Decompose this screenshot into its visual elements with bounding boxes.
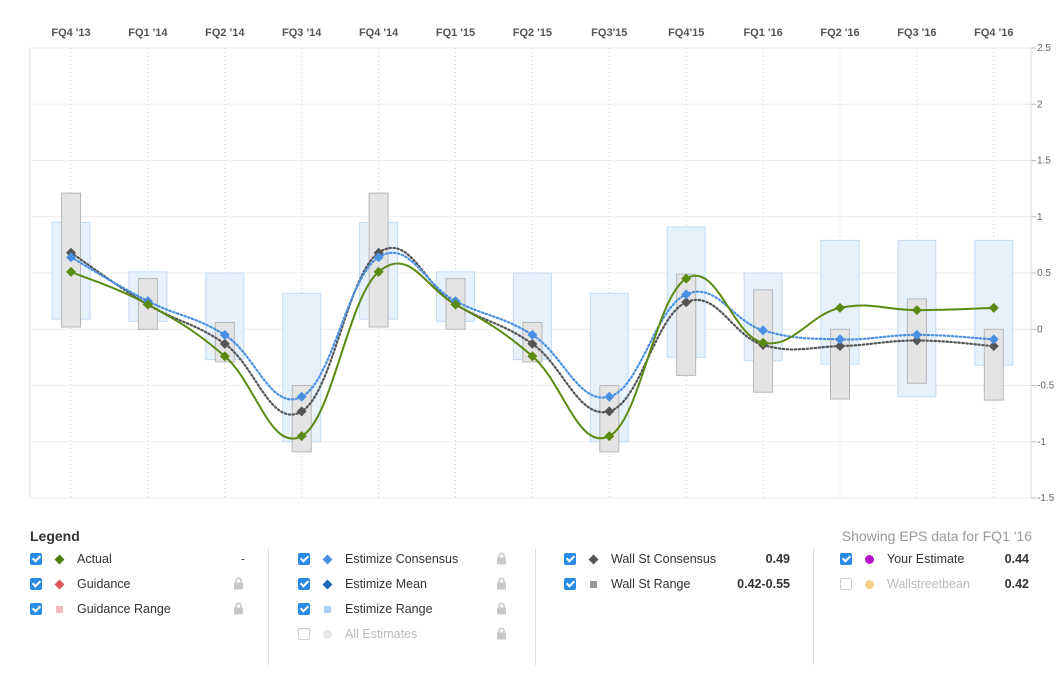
legend-divider: [535, 549, 536, 665]
legend-panel: Legend Showing EPS data for FQ1 '16 Actu…: [0, 515, 1060, 680]
legend-divider: [268, 549, 269, 665]
eps-chart: 2.5 2 1.5 1 0.5 0 -0.5 -1 -1.5 FQ4 '13 FQ1 '14 FQ2 …: [0, 0, 1060, 505]
diamond-icon: [321, 578, 333, 590]
lock-icon: [496, 552, 508, 566]
legend-item-value: -: [240, 552, 245, 566]
legend-column-actuals: Actual - Guidance Guidance Range: [30, 549, 245, 665]
legend-item-label: Estimize Range: [345, 602, 433, 616]
legend-item-label: Wall St Consensus: [611, 552, 717, 566]
diamond-icon: [53, 553, 65, 565]
checkbox[interactable]: [30, 553, 42, 565]
legend-item-label: Estimize Consensus: [345, 552, 459, 566]
legend-item-label: Wallstreetbean: [887, 577, 970, 591]
square-icon: [587, 578, 599, 590]
diamond-icon: [321, 553, 333, 565]
legend-item-estimize-range[interactable]: Estimize Range: [298, 599, 508, 619]
showing-period-text: Showing EPS data for FQ1 '16: [841, 528, 1032, 544]
y-tick-label: 0.5: [1037, 268, 1051, 279]
legend-item-guidance-range[interactable]: Guidance Range: [30, 599, 245, 619]
quarter-label: FQ3 '16: [897, 27, 936, 39]
checkbox[interactable]: [298, 553, 310, 565]
square-icon: [321, 603, 333, 615]
legend-title: Legend: [30, 528, 80, 544]
quarter-label: FQ4 '14: [359, 27, 399, 39]
checkbox[interactable]: [840, 578, 852, 590]
checkbox[interactable]: [564, 553, 576, 565]
legend-item-all-estimates[interactable]: All Estimates: [298, 624, 508, 644]
lock-icon: [496, 577, 508, 591]
legend-item-wall-st-range[interactable]: Wall St Range 0.42-0.55: [564, 574, 790, 594]
legend-item-label: Actual: [77, 552, 112, 566]
legend-item-actual[interactable]: Actual -: [30, 549, 245, 569]
quarter-label: FQ4'15: [668, 27, 704, 39]
legend-item-wall-st-consensus[interactable]: Wall St Consensus 0.49: [564, 549, 790, 569]
legend-item-value: 0.42: [1004, 577, 1029, 591]
y-tick-label: -0.5: [1037, 381, 1055, 392]
y-tick-label: 1: [1037, 212, 1043, 223]
dot-icon: [863, 553, 875, 565]
legend-item-your-estimate[interactable]: Your Estimate 0.44: [840, 549, 1029, 569]
checkbox[interactable]: [564, 578, 576, 590]
lock-icon: [496, 602, 508, 616]
legend-item-label: Estimize Mean: [345, 577, 427, 591]
diamond-icon: [53, 578, 65, 590]
quarter-label: FQ2 '14: [205, 27, 245, 39]
y-tick-label: 2: [1037, 99, 1043, 110]
lock-icon: [233, 577, 245, 591]
eps-chart-svg: 2.5 2 1.5 1 0.5 0 -0.5 -1 -1.5 FQ4 '13 FQ1 '14 FQ2 …: [29, 27, 1055, 504]
legend-divider: [813, 549, 814, 665]
dot-icon: [863, 578, 875, 590]
quarter-label: FQ2 '15: [513, 27, 552, 39]
legend-item-label: Your Estimate: [887, 552, 965, 566]
diamond-icon: [587, 553, 599, 565]
y-tick-label: 1.5: [1037, 156, 1051, 167]
legend-item-estimize-mean[interactable]: Estimize Mean: [298, 574, 508, 594]
legend-item-label: Wall St Range: [611, 577, 691, 591]
legend-item-label: Guidance: [77, 577, 131, 591]
legend-item-label: Guidance Range: [77, 602, 171, 616]
checkbox[interactable]: [298, 628, 310, 640]
lock-icon: [496, 627, 508, 641]
checkbox[interactable]: [298, 578, 310, 590]
legend-item-value: 0.42-0.55: [737, 577, 790, 591]
checkbox[interactable]: [30, 578, 42, 590]
legend-item-guidance[interactable]: Guidance: [30, 574, 245, 594]
quarter-label: FQ2 '16: [820, 27, 859, 39]
y-tick-label: 0: [1037, 324, 1043, 335]
checkbox[interactable]: [840, 553, 852, 565]
y-tick-label: -1.5: [1037, 493, 1055, 504]
square-icon: [53, 603, 65, 615]
legend-item-wallstreetbean[interactable]: Wallstreetbean 0.42: [840, 574, 1029, 594]
legend-item-label: All Estimates: [345, 627, 418, 641]
checkbox[interactable]: [30, 603, 42, 615]
legend-column-personal: Your Estimate 0.44 Wallstreetbean 0.42: [840, 549, 1029, 665]
quarter-label: FQ1 '14: [128, 27, 168, 39]
legend-item-estimize-consensus[interactable]: Estimize Consensus: [298, 549, 508, 569]
quarter-label: FQ1 '15: [436, 27, 475, 39]
quarter-label: FQ4 '16: [974, 27, 1013, 39]
lock-icon: [233, 602, 245, 616]
legend-column-estimize: Estimize Consensus Estimize Mean Estimize …: [298, 549, 508, 665]
y-tick-label: 2.5: [1037, 43, 1051, 54]
legend-item-value: 0.49: [765, 552, 790, 566]
quarter-label: FQ1 '16: [743, 27, 782, 39]
quarter-label: FQ4 '13: [51, 27, 90, 39]
wallst-range-box: [676, 273, 697, 376]
checkbox[interactable]: [298, 603, 310, 615]
legend-column-wallst: Wall St Consensus 0.49 Wall St Range 0.42-0…: [564, 549, 790, 665]
y-tick-label: -1: [1037, 437, 1046, 448]
dot-icon: [321, 628, 333, 640]
quarter-label: FQ3 '14: [282, 27, 322, 39]
quarter-label: FQ3'15: [591, 27, 627, 39]
legend-item-value: 0.44: [1004, 552, 1029, 566]
